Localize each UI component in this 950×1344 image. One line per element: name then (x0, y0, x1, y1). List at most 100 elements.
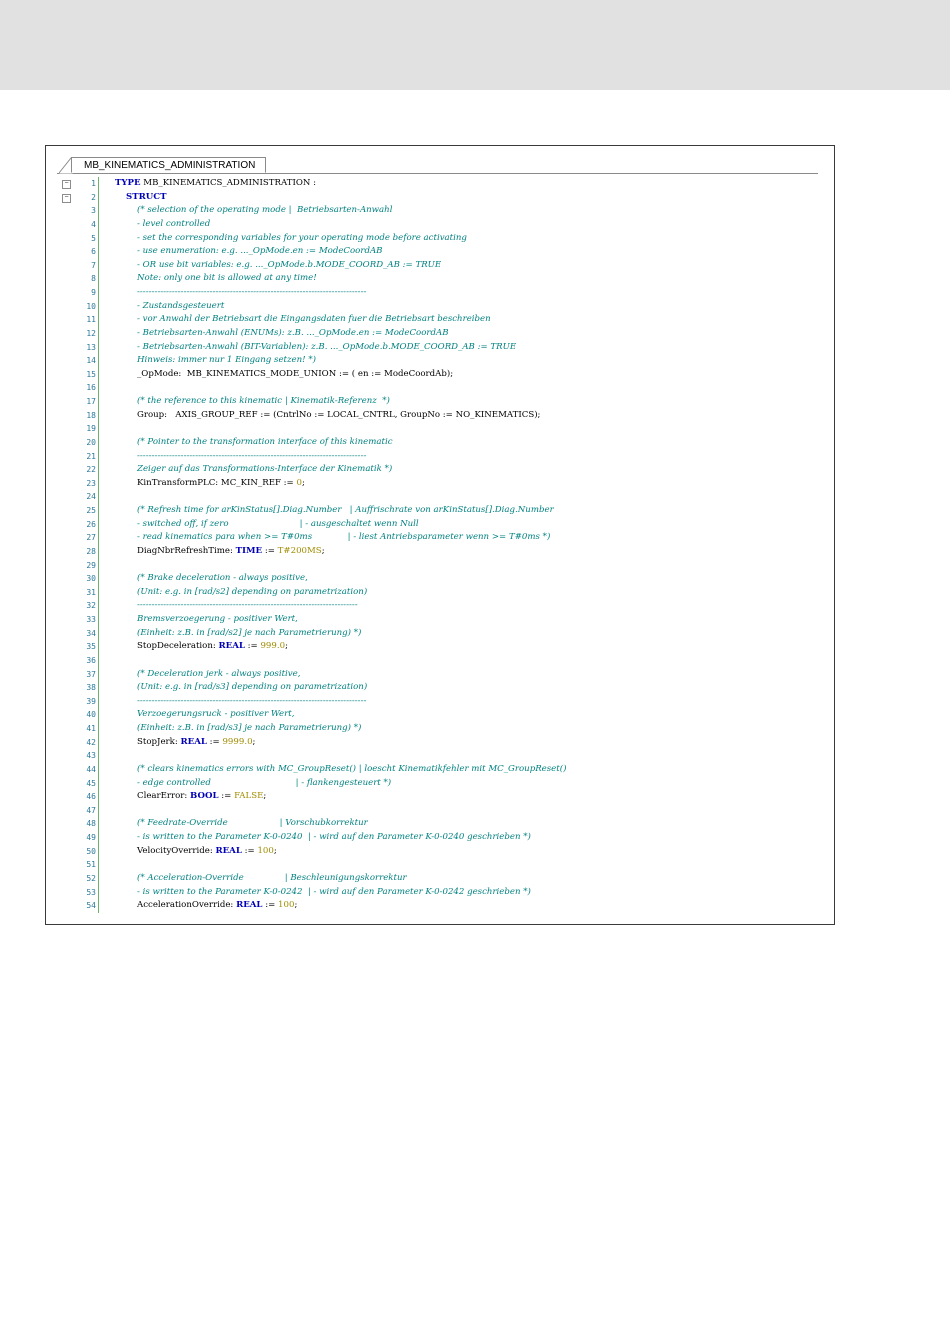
code-text: AccelerationOverride: REAL := 100; (137, 899, 297, 913)
line-number: 8 (91, 274, 96, 284)
code-comment: ----------------------------------------… (137, 287, 367, 297)
tab-mb-kinematics-administration[interactable]: MB_KINEMATICS_ADMINISTRATION (71, 157, 267, 173)
code-text: (Unit: e.g. in [rad/s2] depending on par… (137, 586, 367, 600)
code-literal: 9999.0 (222, 736, 253, 747)
line-number: 40 (86, 710, 96, 720)
line-number: 15 (86, 369, 96, 379)
line-number: 3 (91, 206, 96, 216)
code-comment: ----------------------------------------… (137, 600, 358, 611)
line-number: 20 (86, 437, 96, 447)
code-keyword: REAL (218, 641, 245, 652)
code-line: 16 (57, 381, 818, 395)
code-text: - is written to the Parameter K-0-0240 |… (137, 831, 531, 845)
code-keyword: REAL (236, 900, 263, 911)
code-text: - Betriebsarten-Anwahl (BIT-Variablen): … (137, 341, 516, 355)
code-text: StopDeceleration: REAL := 999.0; (137, 640, 288, 654)
code-text: STRUCT (126, 191, 166, 205)
code-comment: (* Refresh time for arKinStatus[].Diag.N… (137, 505, 554, 515)
code-text: Verzoegerungsruck - positiver Wert, (137, 708, 294, 722)
code-comment: (Unit: e.g. in [rad/s2] depending on par… (137, 586, 368, 597)
code-text: (* Pointer to the transformation interfa… (137, 436, 393, 450)
code-token: := (218, 791, 235, 802)
code-line: 20 (* Pointer to the transformation inter… (57, 436, 818, 450)
code-token: := (241, 845, 258, 856)
code-text: (Einheit: z.B. in [rad/s3] je nach Param… (137, 722, 361, 736)
line-number: 17 (86, 397, 96, 406)
code-text: - use enumeration: e.g. ..._OpMode.en :=… (137, 245, 382, 259)
line-number: 22 (86, 465, 96, 475)
line-number: 16 (86, 383, 96, 393)
code-line: 33 Bremsverzoegerung - positiver Wert, (57, 613, 818, 627)
code-comment: - is written to the Parameter K-0-0242 |… (137, 886, 531, 897)
fold-toggle-icon[interactable]: − (62, 193, 71, 203)
code-line: 18 Group: AXIS_GROUP_REF := (CntrlNo := L… (57, 409, 818, 423)
code-comment: Zeiger auf das Transformations-Interface… (137, 464, 393, 475)
code-comment: - set the corresponding variables for yo… (137, 232, 467, 243)
code-text: (* the reference to this kinematic | Kin… (137, 395, 390, 409)
code-text: ----------------------------------------… (137, 599, 358, 613)
code-text: - edge controlled | - flankengesteuert *… (137, 777, 391, 791)
code-comment: - use enumeration: e.g. ..._OpMode.en :=… (137, 246, 383, 257)
code-text: _OpMode: MB_KINEMATICS_MODE_UNION := ( e… (137, 368, 453, 382)
code-line: − 1 TYPE MB_KINEMATICS_ADMINISTRATION : (57, 177, 818, 191)
code-line: 32 --------------------------------------… (57, 599, 818, 613)
code-comment: (* Acceleration-Override | Beschleunigun… (137, 872, 407, 883)
code-text: - switched off, if zero | - ausgeschalte… (137, 518, 419, 532)
fold-toggle-icon[interactable]: − (62, 180, 71, 189)
code-line: 7 - OR use bit variables: e.g. ..._OpMode… (57, 259, 818, 273)
line-number: 39 (86, 696, 96, 706)
line-number: 1 (91, 179, 96, 188)
code-line: 47 (57, 804, 818, 818)
code-token: ; (273, 845, 277, 856)
code-line: 15 _OpMode: MB_KINEMATICS_MODE_UNION := (… (57, 368, 818, 382)
line-number: 19 (86, 424, 96, 434)
code-comment: - edge controlled | - flankengesteuert *… (137, 777, 392, 788)
code-line: 4 - level controlled (57, 218, 818, 232)
code-lines: − 1 TYPE MB_KINEMATICS_ADMINISTRATION : − 2 S… (57, 177, 818, 913)
code-comment: - vor Anwahl der Betriebsart die Eingang… (137, 314, 491, 325)
code-comment: (* Pointer to the transformation interfa… (137, 436, 393, 447)
code-line: 19 (57, 422, 818, 436)
code-line: 14 Hinweis: immer nur 1 Eingang setzen! *… (57, 354, 818, 368)
code-literal: FALSE (234, 791, 264, 802)
code-comment: - is written to the Parameter K-0-0240 |… (137, 832, 531, 842)
line-number: 25 (86, 506, 96, 515)
code-text: (* Feedrate-Override | Vorschubkorrektur (137, 817, 368, 831)
code-line: 44 (* clears kinematics errors with MC_Gr… (57, 763, 818, 777)
line-number: 52 (86, 873, 96, 883)
code-text: - is written to the Parameter K-0-0242 |… (137, 886, 531, 900)
code-comment: (Einheit: z.B. in [rad/s3] je nach Param… (137, 723, 362, 733)
line-number: 54 (86, 901, 96, 911)
code-line: 11 - vor Anwahl der Betriebsart die Einga… (57, 313, 818, 327)
line-number: 42 (86, 737, 96, 747)
code-text: ----------------------------------------… (137, 286, 366, 300)
line-number: 7 (91, 260, 96, 270)
code-keyword: STRUCT (126, 191, 167, 202)
line-number: 47 (86, 805, 96, 815)
line-number: 49 (86, 833, 96, 842)
code-line: 5 - set the corresponding variables for y… (57, 232, 818, 246)
line-number: 18 (86, 410, 96, 420)
code-text: Group: AXIS_GROUP_REF := (CntrlNo := LOC… (137, 409, 540, 423)
code-line: 29 (57, 559, 818, 573)
code-text: - OR use bit variables: e.g. ..._OpMode.… (137, 259, 441, 273)
code-token: _OpMode: MB_KINEMATICS_MODE_UNION := ( e… (137, 368, 454, 379)
line-number: 24 (86, 492, 96, 502)
code-comment: (* selection of the operating mode | Bet… (137, 205, 393, 216)
code-line: 10 - Zustandsgesteuert (57, 300, 818, 314)
line-number: 31 (86, 587, 96, 597)
code-literal: 100 (257, 845, 274, 856)
code-line: 42 StopJerk: REAL := 9999.0; (57, 736, 818, 750)
code-text: - vor Anwahl der Betriebsart die Eingang… (137, 313, 491, 327)
line-number: 48 (86, 819, 96, 829)
code-token: ; (294, 900, 298, 911)
code-line: 41 (Einheit: z.B. in [rad/s3] je nach Par… (57, 722, 818, 736)
line-number: 21 (86, 451, 96, 461)
code-comment: ----------------------------------------… (137, 450, 367, 461)
code-comment: - read kinematics para when >= T#0ms | -… (137, 532, 551, 543)
code-text: (* Deceleration jerk - always positive, (137, 668, 300, 682)
code-line: − 2 STRUCT (57, 191, 818, 205)
line-number: 10 (86, 301, 96, 311)
line-number: 4 (91, 219, 96, 229)
code-line: 6 - use enumeration: e.g. ..._OpMode.en :… (57, 245, 818, 259)
